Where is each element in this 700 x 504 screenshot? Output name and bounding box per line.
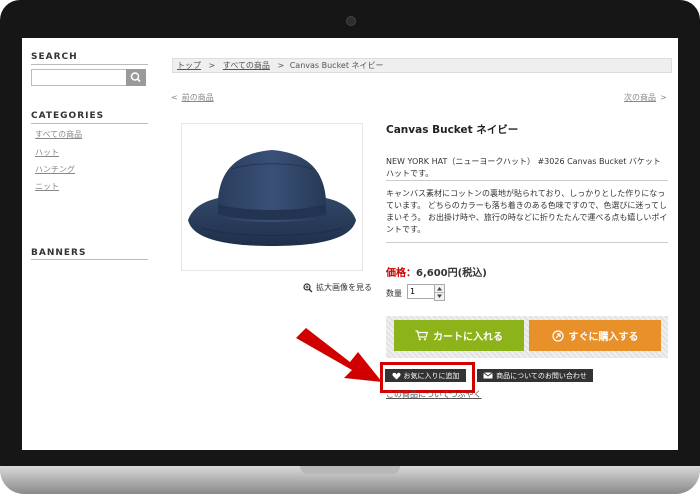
add-to-cart-label: カートに入れる bbox=[433, 332, 503, 343]
banners-heading: BANNERS bbox=[31, 248, 87, 258]
next-product-link[interactable]: 次の商品 > bbox=[624, 92, 667, 103]
category-link-all[interactable]: すべての商品 bbox=[35, 129, 82, 140]
cart-icon bbox=[415, 330, 428, 341]
laptop-frame: SEARCH CATEGORIES すべての商品 ハット ハンチング ニット B… bbox=[0, 0, 700, 472]
search-heading: SEARCH bbox=[31, 52, 78, 62]
category-link-hat[interactable]: ハット bbox=[35, 147, 59, 158]
banners-heading-rule bbox=[31, 259, 148, 260]
zoom-image-link[interactable]: 拡大画像を見る bbox=[303, 282, 372, 293]
camera-icon bbox=[346, 16, 356, 26]
divider bbox=[386, 180, 668, 181]
product-inquiry-label: 商品についてのお問い合わせ bbox=[496, 371, 587, 380]
breadcrumb-home[interactable]: トップ bbox=[177, 61, 201, 70]
prev-product-label: 前の商品 bbox=[181, 93, 214, 102]
circle-arrow-icon bbox=[551, 329, 564, 342]
quantity-input[interactable]: 1 bbox=[407, 284, 435, 299]
zoom-label: 拡大画像を見る bbox=[316, 283, 372, 292]
product-description-long: キャンバス素材にコットンの裏地が貼られており、しっかりとした作りになっています。… bbox=[386, 189, 668, 234]
laptop-base-notch bbox=[300, 466, 400, 474]
buy-now-label: すぐに購入する bbox=[568, 332, 639, 343]
hat-image bbox=[188, 150, 356, 246]
breadcrumb-current: Canvas Bucket ネイビー bbox=[289, 61, 384, 70]
breadcrumb-separator: > bbox=[208, 61, 216, 70]
browser-screen: SEARCH CATEGORIES すべての商品 ハット ハンチング ニット B… bbox=[22, 38, 678, 450]
categories-heading: CATEGORIES bbox=[31, 111, 105, 121]
product-price: 価格：6,600円(税込) bbox=[386, 264, 487, 279]
add-to-cart-button[interactable]: カートに入れる bbox=[394, 320, 524, 351]
search-button[interactable] bbox=[126, 69, 146, 86]
price-value: 6,600円(税込) bbox=[416, 268, 487, 279]
categories-heading-rule bbox=[31, 123, 148, 124]
red-arrow-icon bbox=[296, 328, 382, 382]
quantity-label: 数量 bbox=[386, 289, 402, 298]
category-link-hunting[interactable]: ハンチング bbox=[35, 164, 75, 175]
divider bbox=[386, 242, 668, 243]
search-icon bbox=[130, 72, 141, 83]
breadcrumb-all-products[interactable]: すべての商品 bbox=[223, 61, 270, 70]
buy-now-button[interactable]: すぐに購入する bbox=[529, 320, 661, 351]
product-inquiry-button[interactable]: 商品についてのお問い合わせ bbox=[477, 369, 593, 382]
magnifier-plus-icon bbox=[303, 282, 313, 292]
product-image[interactable] bbox=[181, 123, 363, 271]
search-input[interactable] bbox=[31, 69, 129, 86]
breadcrumb: トップ > すべての商品 > Canvas Bucket ネイビー bbox=[172, 58, 672, 73]
tweet-link[interactable]: この商品についてつぶやく bbox=[386, 389, 482, 400]
search-heading-rule bbox=[31, 64, 148, 65]
prev-product-link[interactable]: < 前の商品 bbox=[171, 92, 214, 103]
chevron-left-icon: < bbox=[171, 93, 178, 102]
chevron-right-icon: > bbox=[660, 93, 667, 102]
stepper-arrows-icon bbox=[435, 287, 444, 298]
product-title: Canvas Bucket ネイビー bbox=[386, 124, 519, 136]
next-product-label: 次の商品 bbox=[624, 93, 656, 102]
quantity-stepper[interactable] bbox=[434, 284, 445, 301]
mail-icon bbox=[483, 372, 493, 379]
breadcrumb-separator: > bbox=[277, 61, 285, 70]
category-link-knit[interactable]: ニット bbox=[35, 181, 59, 192]
price-label: 価格： bbox=[386, 268, 416, 279]
product-description-short: NEW YORK HAT（ニューヨークハット） #3026 Canvas Buc… bbox=[386, 157, 661, 178]
